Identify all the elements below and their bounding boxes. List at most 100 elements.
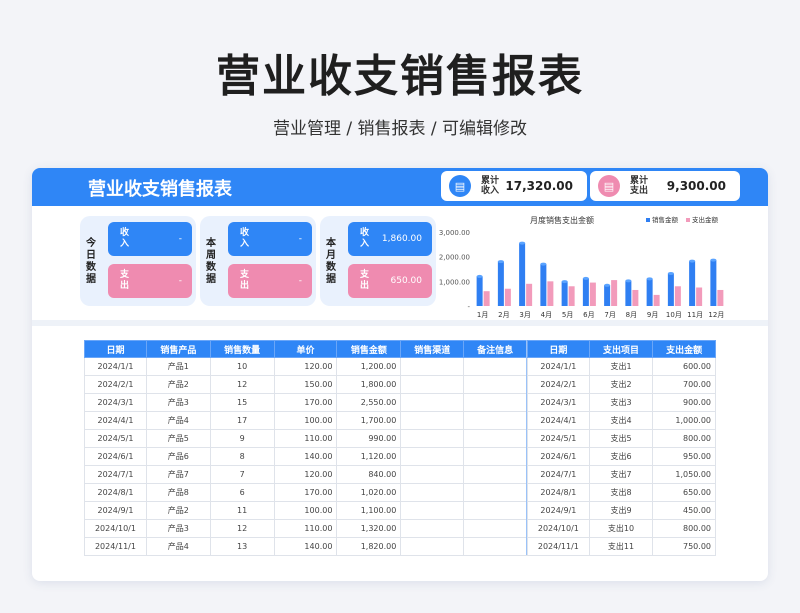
table-cell[interactable]: 支出11 bbox=[588, 537, 654, 556]
table-cell[interactable]: 1,050.00 bbox=[652, 465, 716, 484]
table-cell[interactable]: 450.00 bbox=[652, 501, 716, 520]
table-cell[interactable] bbox=[400, 483, 465, 502]
table-cell[interactable]: 2024/7/1 bbox=[527, 465, 590, 484]
table-cell[interactable] bbox=[463, 447, 527, 466]
table-cell[interactable]: 支出5 bbox=[588, 429, 654, 448]
table-cell[interactable]: 支出9 bbox=[588, 501, 654, 520]
table-cell[interactable]: 2024/3/1 bbox=[84, 393, 147, 412]
column-header[interactable]: 支出项目 bbox=[588, 340, 654, 358]
table-cell[interactable]: 600.00 bbox=[652, 357, 716, 376]
table-cell[interactable]: 产品1 bbox=[145, 357, 211, 376]
table-cell[interactable]: 产品3 bbox=[145, 393, 211, 412]
table-cell[interactable]: 2,550.00 bbox=[336, 393, 402, 412]
table-cell[interactable] bbox=[463, 465, 527, 484]
table-row[interactable]: 2024/11/1 产品4 13 140.00 1,820.00 bbox=[84, 537, 527, 556]
table-cell[interactable] bbox=[400, 537, 465, 556]
column-header[interactable]: 备注信息 bbox=[463, 340, 527, 358]
column-header[interactable]: 销售渠道 bbox=[400, 340, 465, 358]
table-cell[interactable]: 1,000.00 bbox=[652, 411, 716, 430]
table-cell[interactable]: 产品5 bbox=[145, 429, 211, 448]
table-cell[interactable]: 产品4 bbox=[145, 537, 211, 556]
table-cell[interactable]: 100.00 bbox=[273, 411, 338, 430]
table-cell[interactable]: 170.00 bbox=[273, 393, 338, 412]
table-row[interactable]: 2024/7/1 产品7 7 120.00 840.00 bbox=[84, 465, 527, 484]
table-row[interactable]: 2024/7/1 支出7 1,050.00 bbox=[527, 465, 716, 484]
column-header[interactable]: 单价 bbox=[273, 340, 338, 358]
table-row[interactable]: 2024/3/1 产品3 15 170.00 2,550.00 bbox=[84, 393, 527, 412]
table-cell[interactable]: 1,200.00 bbox=[336, 357, 402, 376]
table-cell[interactable] bbox=[400, 411, 465, 430]
table-cell[interactable]: 1,120.00 bbox=[336, 447, 402, 466]
table-cell[interactable] bbox=[463, 411, 527, 430]
table-cell[interactable]: 800.00 bbox=[652, 519, 716, 538]
table-cell[interactable]: 产品8 bbox=[145, 483, 211, 502]
table-cell[interactable]: 750.00 bbox=[652, 537, 716, 556]
table-cell[interactable] bbox=[400, 429, 465, 448]
table-row[interactable]: 2024/11/1 支出11 750.00 bbox=[527, 537, 716, 556]
table-cell[interactable]: 140.00 bbox=[273, 447, 338, 466]
table-cell[interactable]: 15 bbox=[209, 393, 275, 412]
table-cell[interactable]: 11 bbox=[209, 501, 275, 520]
table-cell[interactable] bbox=[400, 393, 465, 412]
table-cell[interactable]: 1,820.00 bbox=[336, 537, 402, 556]
table-cell[interactable]: 1,320.00 bbox=[336, 519, 402, 538]
table-cell[interactable] bbox=[463, 357, 527, 376]
table-cell[interactable]: 110.00 bbox=[273, 519, 338, 538]
table-cell[interactable]: 2024/8/1 bbox=[527, 483, 590, 502]
table-cell[interactable]: 1,800.00 bbox=[336, 375, 402, 394]
table-cell[interactable] bbox=[400, 519, 465, 538]
table-cell[interactable]: 产品7 bbox=[145, 465, 211, 484]
table-cell[interactable] bbox=[463, 483, 527, 502]
table-row[interactable]: 2024/5/1 支出5 800.00 bbox=[527, 429, 716, 448]
table-cell[interactable]: 2024/5/1 bbox=[527, 429, 590, 448]
table-cell[interactable]: 1,020.00 bbox=[336, 483, 402, 502]
table-cell[interactable]: 7 bbox=[209, 465, 275, 484]
table-cell[interactable] bbox=[463, 429, 527, 448]
table-cell[interactable]: 支出2 bbox=[588, 375, 654, 394]
table-cell[interactable]: 支出4 bbox=[588, 411, 654, 430]
table-cell[interactable]: 支出1 bbox=[588, 357, 654, 376]
table-row[interactable]: 2024/3/1 支出3 900.00 bbox=[527, 393, 716, 412]
table-cell[interactable]: 170.00 bbox=[273, 483, 338, 502]
table-cell[interactable]: 100.00 bbox=[273, 501, 338, 520]
table-cell[interactable]: 8 bbox=[209, 447, 275, 466]
table-row[interactable]: 2024/6/1 支出6 950.00 bbox=[527, 447, 716, 466]
table-cell[interactable]: 12 bbox=[209, 519, 275, 538]
table-row[interactable]: 2024/2/1 产品2 12 150.00 1,800.00 bbox=[84, 375, 527, 394]
table-cell[interactable]: 800.00 bbox=[652, 429, 716, 448]
table-cell[interactable] bbox=[400, 375, 465, 394]
table-cell[interactable] bbox=[463, 537, 527, 556]
column-header[interactable]: 销售数量 bbox=[209, 340, 275, 358]
table-cell[interactable]: 110.00 bbox=[273, 429, 338, 448]
column-header[interactable]: 销售产品 bbox=[145, 340, 211, 358]
table-row[interactable]: 2024/9/1 支出9 450.00 bbox=[527, 501, 716, 520]
table-cell[interactable] bbox=[463, 375, 527, 394]
table-row[interactable]: 2024/5/1 产品5 9 110.00 990.00 bbox=[84, 429, 527, 448]
table-cell[interactable]: 2024/9/1 bbox=[84, 501, 147, 520]
table-cell[interactable]: 840.00 bbox=[336, 465, 402, 484]
table-cell[interactable]: 1,100.00 bbox=[336, 501, 402, 520]
table-row[interactable]: 2024/1/1 产品1 10 120.00 1,200.00 bbox=[84, 357, 527, 376]
table-cell[interactable]: 2024/5/1 bbox=[84, 429, 147, 448]
table-cell[interactable]: 2024/11/1 bbox=[84, 537, 147, 556]
table-cell[interactable]: 1,700.00 bbox=[336, 411, 402, 430]
table-cell[interactable] bbox=[400, 357, 465, 376]
column-header[interactable]: 支出金额 bbox=[652, 340, 716, 358]
column-header[interactable]: 日期 bbox=[84, 340, 147, 358]
table-cell[interactable]: 支出7 bbox=[588, 465, 654, 484]
table-row[interactable]: 2024/10/1 支出10 800.00 bbox=[527, 519, 716, 538]
table-cell[interactable]: 2024/3/1 bbox=[527, 393, 590, 412]
table-row[interactable]: 2024/8/1 支出8 650.00 bbox=[527, 483, 716, 502]
table-cell[interactable]: 9 bbox=[209, 429, 275, 448]
table-cell[interactable]: 6 bbox=[209, 483, 275, 502]
table-cell[interactable]: 120.00 bbox=[273, 465, 338, 484]
table-row[interactable]: 2024/1/1 支出1 600.00 bbox=[527, 357, 716, 376]
table-cell[interactable]: 支出10 bbox=[588, 519, 654, 538]
table-cell[interactable]: 10 bbox=[209, 357, 275, 376]
table-cell[interactable]: 120.00 bbox=[273, 357, 338, 376]
table-cell[interactable]: 2024/7/1 bbox=[84, 465, 147, 484]
table-cell[interactable] bbox=[400, 501, 465, 520]
table-cell[interactable]: 2024/6/1 bbox=[84, 447, 147, 466]
table-cell[interactable]: 650.00 bbox=[652, 483, 716, 502]
table-cell[interactable]: 140.00 bbox=[273, 537, 338, 556]
